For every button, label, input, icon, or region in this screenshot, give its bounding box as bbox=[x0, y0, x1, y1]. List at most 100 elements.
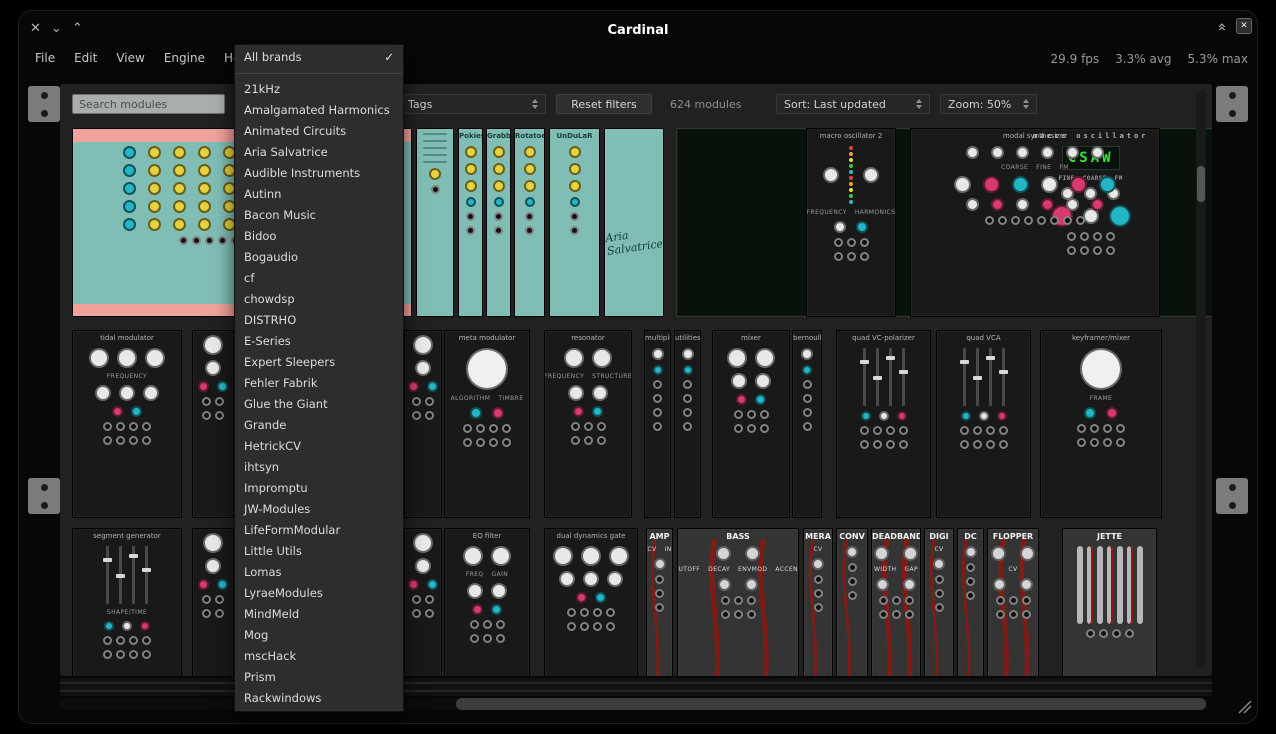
horizontal-scrollbar-thumb[interactable] bbox=[456, 698, 1206, 710]
module-title: JETTE bbox=[1063, 529, 1156, 542]
slider-track bbox=[989, 348, 992, 406]
brand-menu-item-lyraemodules[interactable]: LyraeModules bbox=[235, 583, 403, 604]
module-amp[interactable]: AMPCVIN bbox=[646, 528, 673, 676]
horizontal-scrollbar[interactable] bbox=[60, 698, 1210, 710]
port-jack bbox=[803, 422, 812, 431]
module-label: FREQUENCY bbox=[807, 209, 847, 216]
module-fragment[interactable] bbox=[416, 128, 454, 317]
close-box-icon[interactable]: ✕ bbox=[1236, 18, 1252, 34]
module-fragment[interactable] bbox=[404, 330, 442, 518]
module-fragment[interactable] bbox=[404, 528, 442, 676]
brand-menu-item-little-utils[interactable]: Little Utils bbox=[235, 541, 403, 562]
brand-menu-item-expert-sleepers[interactable]: Expert Sleepers bbox=[235, 352, 403, 373]
brand-menu-item-lomas[interactable]: Lomas bbox=[235, 562, 403, 583]
module-labels: CV bbox=[813, 546, 822, 553]
module-rotatoes[interactable]: Rotatoes bbox=[514, 128, 545, 317]
brand-menu-item-bogaudio[interactable]: Bogaudio bbox=[235, 247, 403, 268]
brand-menu-item-jw-modules[interactable]: JW-Modules bbox=[235, 499, 403, 520]
module-body: Aria Salvatrice bbox=[605, 129, 663, 316]
knob bbox=[576, 592, 587, 603]
brand-menu-item-grande[interactable]: Grande bbox=[235, 415, 403, 436]
module-dual-dynamics-gate[interactable]: dual dynamics gate bbox=[544, 528, 638, 676]
port-jack bbox=[570, 226, 579, 235]
brand-menu-item-e-series[interactable]: E-Series bbox=[235, 331, 403, 352]
menubar-item-engine[interactable]: Engine bbox=[164, 51, 205, 65]
module-grabby[interactable]: Grabby bbox=[486, 128, 511, 317]
rail-screw-hole bbox=[41, 484, 48, 491]
port-jack bbox=[655, 575, 664, 584]
brand-menu-item-animated-circuits[interactable]: Animated Circuits bbox=[235, 121, 403, 142]
module-keyframer-mixer[interactable]: keyframer/mixerFRAME bbox=[1040, 330, 1162, 518]
brand-menu-item-chowdsp[interactable]: chowdsp bbox=[235, 289, 403, 310]
brand-menu-item-prism[interactable]: Prism bbox=[235, 667, 403, 688]
port-jack bbox=[1009, 596, 1018, 605]
module-eq-filter[interactable]: EQ filterFREQGAIN bbox=[444, 528, 530, 676]
resize-grip-icon[interactable] bbox=[1236, 698, 1252, 714]
brand-menu-item-glue-the-giant[interactable]: Glue the Giant bbox=[235, 394, 403, 415]
vertical-scrollbar-thumb[interactable] bbox=[1197, 166, 1205, 202]
brand-menu-item-lifeformmodular[interactable]: LifeFormModular bbox=[235, 520, 403, 541]
module-body: CV bbox=[925, 542, 953, 676]
module-pokies[interactable]: Pokies bbox=[458, 128, 483, 317]
module-multiples[interactable]: multiples bbox=[644, 330, 671, 518]
module-deadband[interactable]: DEADBANDWIDTHGAP bbox=[871, 528, 921, 676]
module-tidal-modulator[interactable]: tidal modulatorFREQUENCY bbox=[72, 330, 182, 518]
module-digi[interactable]: DIGICV bbox=[924, 528, 954, 676]
tags-dropdown[interactable]: Tags bbox=[400, 94, 546, 114]
port-jack bbox=[525, 212, 534, 221]
brand-menu-item-impromptu[interactable]: Impromptu bbox=[235, 478, 403, 499]
module-dc[interactable]: DC bbox=[957, 528, 984, 676]
knob bbox=[465, 146, 477, 158]
module-resonator[interactable]: resonatorFREQUENCYSTRUCTURE bbox=[544, 330, 632, 518]
brand-menu-item-mindmeld[interactable]: MindMeld bbox=[235, 604, 403, 625]
port-jack bbox=[892, 596, 901, 605]
module-aria-salvatrice[interactable]: Aria Salvatrice bbox=[604, 128, 664, 317]
zoom-dropdown[interactable]: Zoom: 50% bbox=[940, 94, 1037, 114]
brand-menu-item-audible-instruments[interactable]: Audible Instruments bbox=[235, 163, 403, 184]
brand-menu-item-cf[interactable]: cf bbox=[235, 268, 403, 289]
knob bbox=[755, 348, 775, 368]
brand-menu-item-bidoo[interactable]: Bidoo bbox=[235, 226, 403, 247]
reset-filters-button[interactable]: Reset filters bbox=[556, 94, 652, 114]
module-mixer[interactable]: mixer bbox=[712, 330, 790, 518]
menubar-item-view[interactable]: View bbox=[116, 51, 144, 65]
module-fragment[interactable] bbox=[192, 528, 234, 676]
module-fragment[interactable] bbox=[192, 330, 234, 518]
brand-menu-item-fehler-fabrik[interactable]: Fehler Fabrik bbox=[235, 373, 403, 394]
brand-menu-item-rackwindows[interactable]: Rackwindows bbox=[235, 688, 403, 709]
vertical-scrollbar[interactable] bbox=[1196, 90, 1206, 668]
module-bass[interactable]: BASSCUTOFFDECAYENVMODACCENT bbox=[677, 528, 799, 676]
brand-menu-item-aria-salvatrice[interactable]: Aria Salvatrice bbox=[235, 142, 403, 163]
module-bernoulli-gate[interactable]: bernoulli gate bbox=[792, 330, 822, 518]
search-input[interactable] bbox=[72, 94, 225, 114]
brand-menu-item-bacon-music[interactable]: Bacon Music bbox=[235, 205, 403, 226]
module-modal-synthesizer[interactable]: modal synthesizerCOARSEFINEFM bbox=[910, 128, 1160, 317]
brand-menu-item-hetrickcv[interactable]: HetrickCV bbox=[235, 436, 403, 457]
brand-menu-item-21khz[interactable]: 21kHz bbox=[235, 79, 403, 100]
pipe bbox=[1087, 546, 1093, 624]
brand-menu-item-amalgamated-harmonics[interactable]: Amalgamated Harmonics bbox=[235, 100, 403, 121]
brand-menu-item-mog[interactable]: Mog bbox=[235, 625, 403, 646]
module-macro-oscillator-2[interactable]: macro oscillator 2FREQUENCYHARMONICS bbox=[806, 128, 896, 317]
brand-menu-item-all-brands[interactable]: All brands ✓ bbox=[235, 47, 403, 68]
module-jette[interactable]: JETTE bbox=[1062, 528, 1157, 676]
menubar-item-edit[interactable]: Edit bbox=[74, 51, 97, 65]
brand-menu-item-ihtsyn[interactable]: ihtsyn bbox=[235, 457, 403, 478]
cardinal-app: ✕ ⌄ ⌃ Cardinal « ✕ FileEditViewEngineHel… bbox=[0, 0, 1276, 734]
module-undular[interactable]: UnDuLaR bbox=[549, 128, 600, 317]
module-meta-modulator[interactable]: meta modulatorALGORITHMTIMBRE bbox=[444, 330, 530, 518]
module-conv[interactable]: CONV bbox=[836, 528, 868, 676]
module-mera[interactable]: MERACV bbox=[803, 528, 833, 676]
module-body: COARSEFINEFM bbox=[911, 142, 1159, 316]
brand-menu-item-distrho[interactable]: DISTRHO bbox=[235, 310, 403, 331]
module-quad-vca[interactable]: quad VCA bbox=[936, 330, 1031, 518]
collapse-icon[interactable]: « bbox=[1213, 22, 1231, 29]
module-segment-generator[interactable]: segment generatorSHAPE/TIME bbox=[72, 528, 182, 676]
module-utilities[interactable]: utilities bbox=[674, 330, 701, 518]
module-quad-vc-polarizer[interactable]: quad VC-polarizer bbox=[836, 330, 931, 518]
sort-dropdown[interactable]: Sort: Last updated bbox=[776, 94, 930, 114]
module-flopper[interactable]: FLOPPERCV bbox=[987, 528, 1039, 676]
brand-menu-item-autinn[interactable]: Autinn bbox=[235, 184, 403, 205]
brand-menu-item-mschack[interactable]: mscHack bbox=[235, 646, 403, 667]
menubar-item-file[interactable]: File bbox=[35, 51, 55, 65]
